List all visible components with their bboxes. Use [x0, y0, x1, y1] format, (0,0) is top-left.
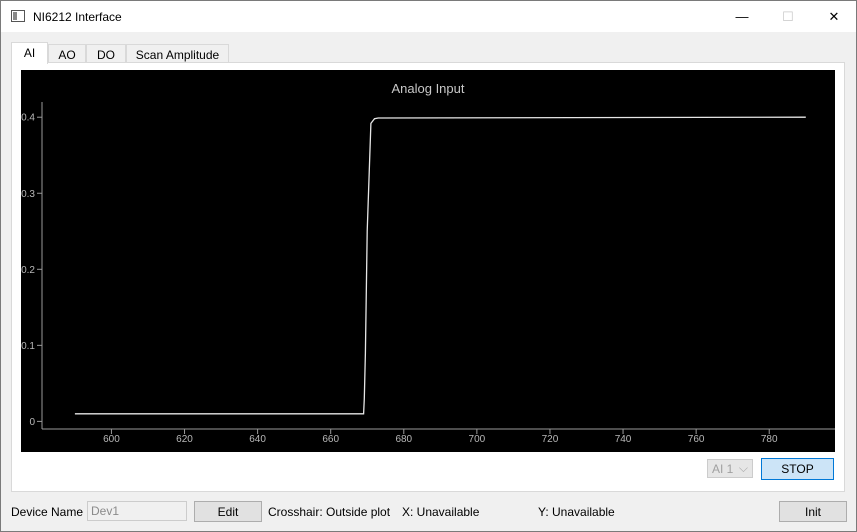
x-tick-label: 700 — [469, 434, 486, 445]
x-tick-label: 680 — [395, 434, 412, 445]
main-window: NI6212 Interface — ☐ ✕ AI AO DO Scan Amp… — [0, 0, 857, 532]
channel-select[interactable]: AI 1 ⌵ — [707, 459, 753, 478]
y-tick-label: 0 — [29, 417, 35, 428]
title-bar[interactable]: NI6212 Interface — ☐ ✕ — [1, 1, 856, 32]
maximize-button[interactable]: ☐ — [765, 1, 811, 32]
plot-canvas[interactable]: 600 620 640 660 680 700 720 740 760 780 0 0.1 0.2 0.3… — [21, 70, 835, 452]
init-button[interactable]: Init — [779, 501, 847, 522]
y-tick-label: 0.2 — [21, 265, 35, 276]
x-tick-label: 740 — [615, 434, 632, 445]
chevron-down-icon: ⌵ — [738, 461, 748, 475]
tab-scan-amplitude[interactable]: Scan Amplitude — [126, 44, 229, 62]
device-name-field[interactable]: Dev1 — [87, 501, 187, 521]
stop-button[interactable]: STOP — [761, 458, 834, 480]
x-tick-label: 780 — [761, 434, 778, 445]
y-tick-label: 0.4 — [21, 113, 35, 124]
series-line — [74, 116, 806, 415]
tab-ao[interactable]: AO — [48, 44, 86, 62]
tab-do[interactable]: DO — [86, 44, 126, 62]
channel-select-value: AI 1 — [712, 462, 734, 476]
y-tick-label: 0.1 — [21, 341, 35, 352]
minimize-button[interactable]: — — [719, 1, 765, 32]
close-button[interactable]: ✕ — [811, 1, 857, 32]
device-name-label: Device Name — [11, 505, 84, 519]
x-tick-label: 760 — [688, 434, 705, 445]
y-readout: Y: Unavailable — [538, 505, 615, 519]
x-tick-label: 600 — [103, 434, 120, 445]
tab-ai[interactable]: AI — [11, 42, 48, 64]
x-tick-label: 720 — [542, 434, 559, 445]
y-tick-label: 0.3 — [21, 189, 35, 200]
plot-title: Analog Input — [391, 81, 465, 96]
crosshair-status: Crosshair: Outside plot — [268, 505, 391, 519]
edit-button[interactable]: Edit — [194, 501, 262, 522]
x-tick-label: 620 — [176, 434, 193, 445]
x-tick-label: 660 — [322, 434, 339, 445]
analog-input-plot[interactable]: 600 620 640 660 680 700 720 740 760 780 0 0.1 0.2 0.3… — [21, 70, 835, 452]
app-icon — [11, 10, 25, 22]
x-readout: X: Unavailable — [402, 505, 480, 519]
x-tick-label: 640 — [249, 434, 266, 445]
window-title: NI6212 Interface — [33, 10, 122, 24]
